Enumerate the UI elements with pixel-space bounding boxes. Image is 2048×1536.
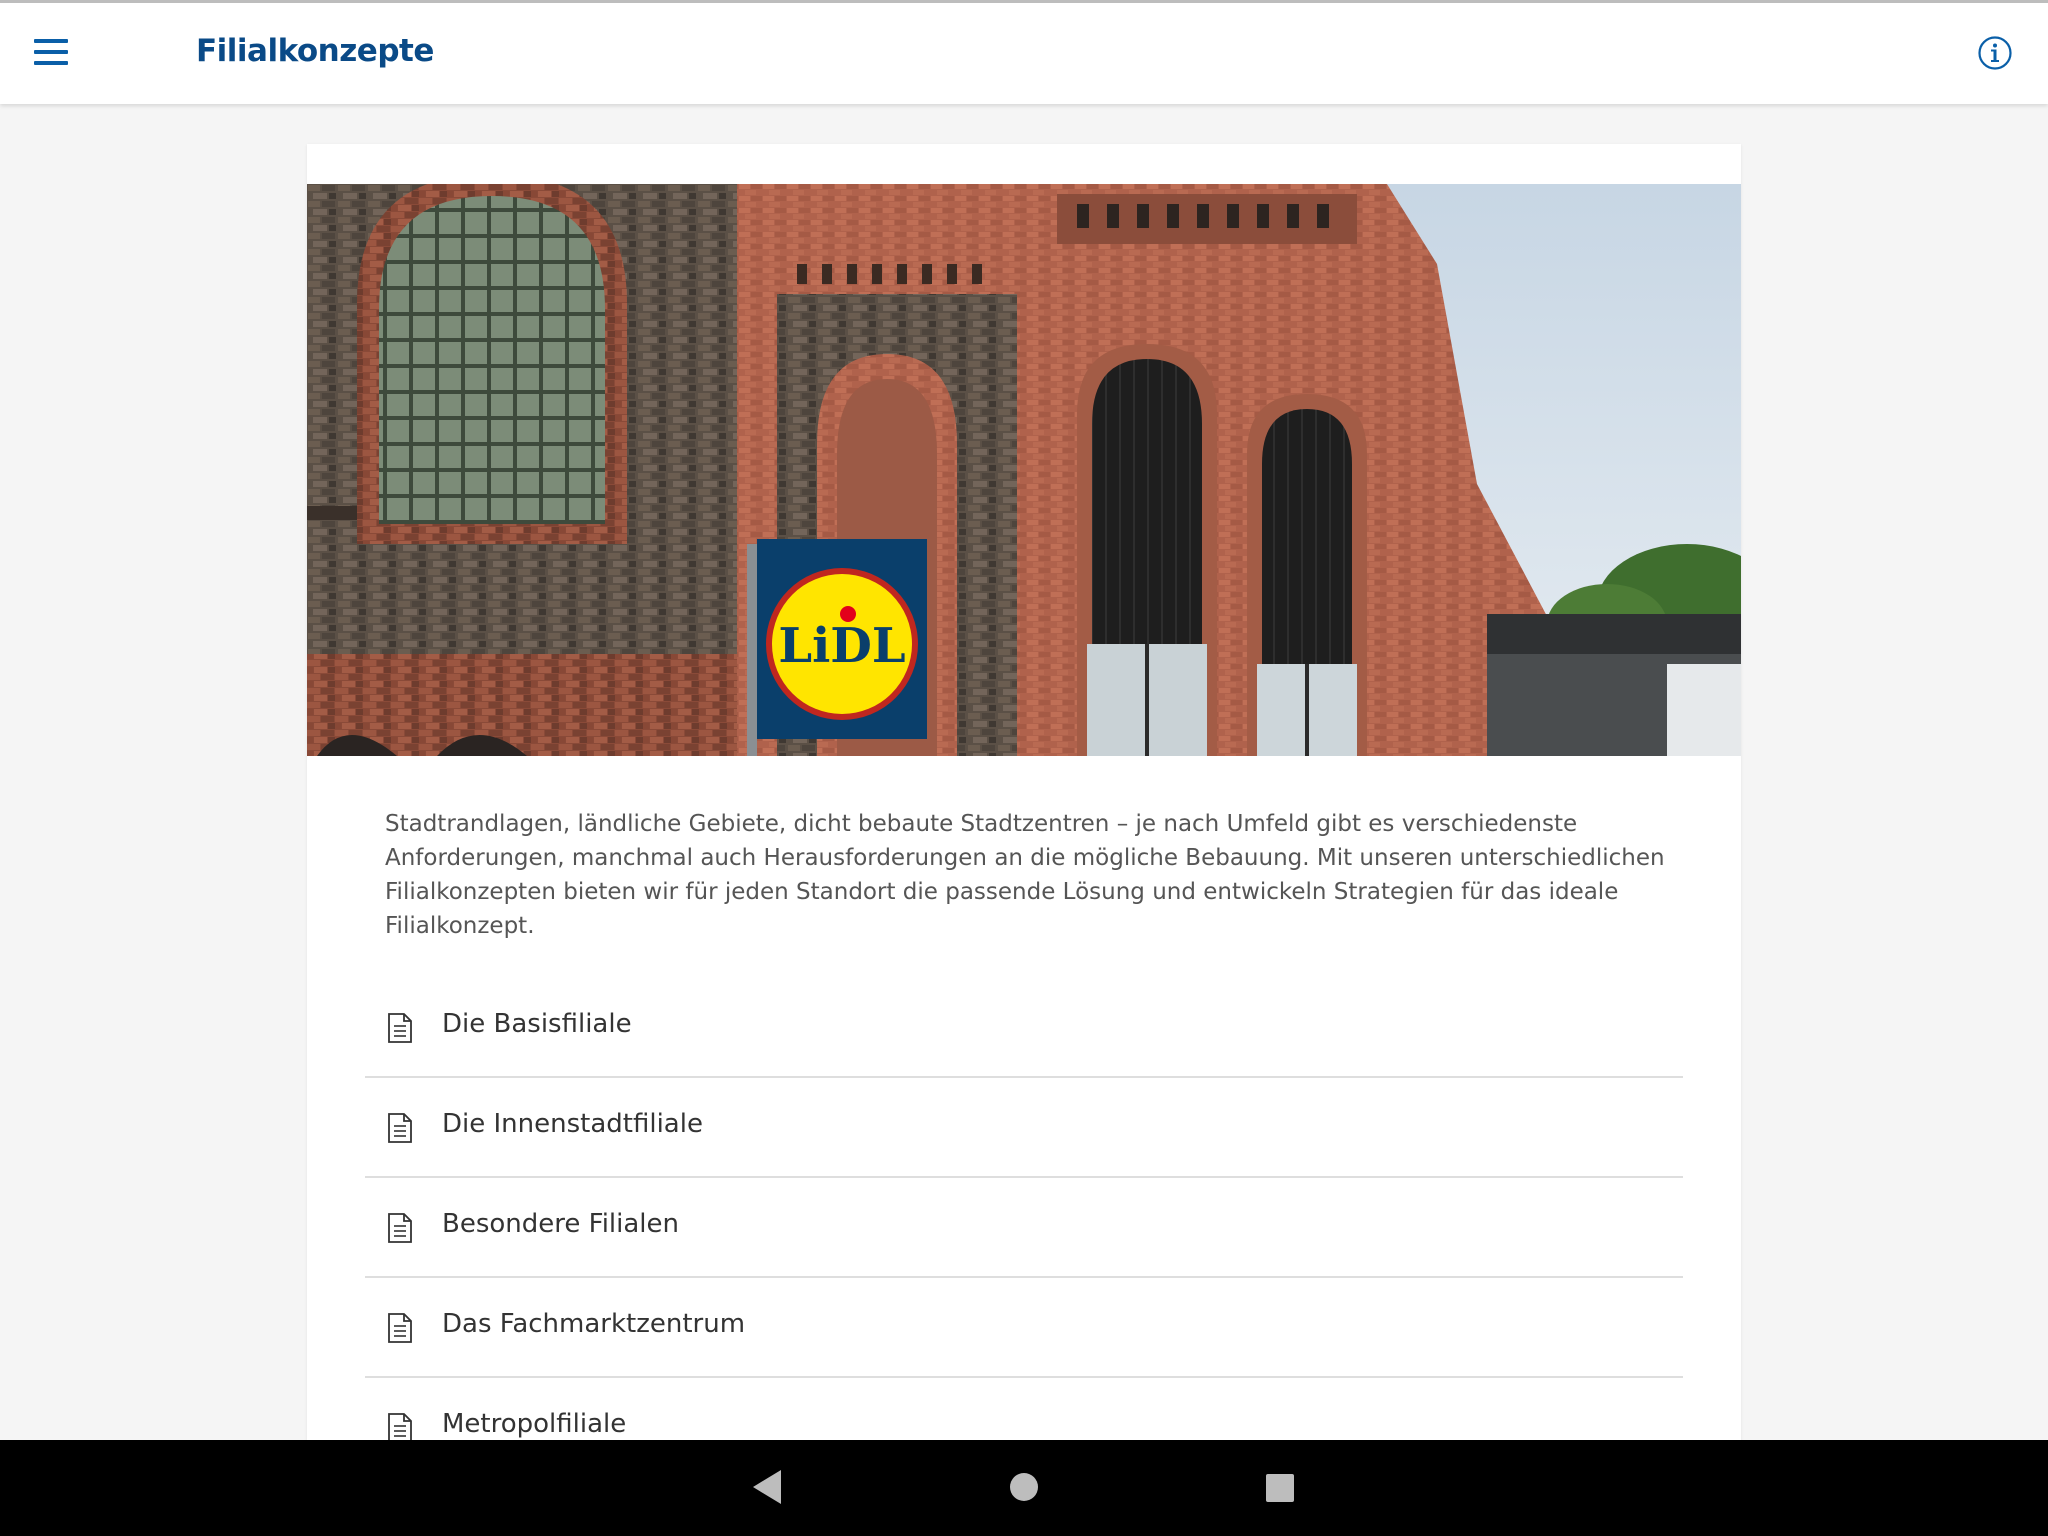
document-icon bbox=[388, 1313, 412, 1343]
recents-icon[interactable] bbox=[1265, 1473, 1295, 1503]
list-item-label: Metropolfiliale bbox=[442, 1409, 627, 1439]
home-icon[interactable] bbox=[1008, 1471, 1040, 1503]
info-icon[interactable] bbox=[1978, 36, 2012, 70]
list-item-label: Die Basisfiliale bbox=[442, 1009, 632, 1039]
list-item-besondere-filialen[interactable]: Besondere Filialen bbox=[365, 1178, 1683, 1278]
intro-text: Stadtrandlagen, ländliche Gebiete, dicht… bbox=[385, 811, 1665, 939]
list-item-fachmarktzentrum[interactable]: Das Fachmarktzentrum bbox=[365, 1278, 1683, 1378]
content-card: LiDL Stadtrandlagen, ländliche Gebiete, … bbox=[307, 144, 1741, 1478]
concept-list: Die Basisfiliale Die Innenstadtfiliale B… bbox=[365, 978, 1683, 1478]
page-title: Filialkonzepte bbox=[196, 33, 434, 69]
document-icon bbox=[388, 1213, 412, 1243]
hero-image: LiDL bbox=[307, 184, 1741, 756]
app-bar: Filialkonzepte bbox=[0, 0, 2048, 104]
lidl-logo: LiDL bbox=[757, 539, 927, 739]
list-item-label: Besondere Filialen bbox=[442, 1209, 680, 1239]
list-item-innenstadtfiliale[interactable]: Die Innenstadtfiliale bbox=[365, 1078, 1683, 1178]
lidl-sign-text: LiDL bbox=[778, 618, 905, 674]
document-icon bbox=[388, 1113, 412, 1143]
hamburger-menu-icon[interactable] bbox=[34, 37, 70, 69]
document-icon bbox=[388, 1013, 412, 1043]
list-item-basisfiliale[interactable]: Die Basisfiliale bbox=[365, 978, 1683, 1078]
list-item-label: Das Fachmarktzentrum bbox=[442, 1309, 746, 1339]
back-icon[interactable] bbox=[750, 1468, 784, 1506]
list-item-label: Die Innenstadtfiliale bbox=[442, 1109, 703, 1139]
system-nav-bar bbox=[0, 1440, 2048, 1536]
